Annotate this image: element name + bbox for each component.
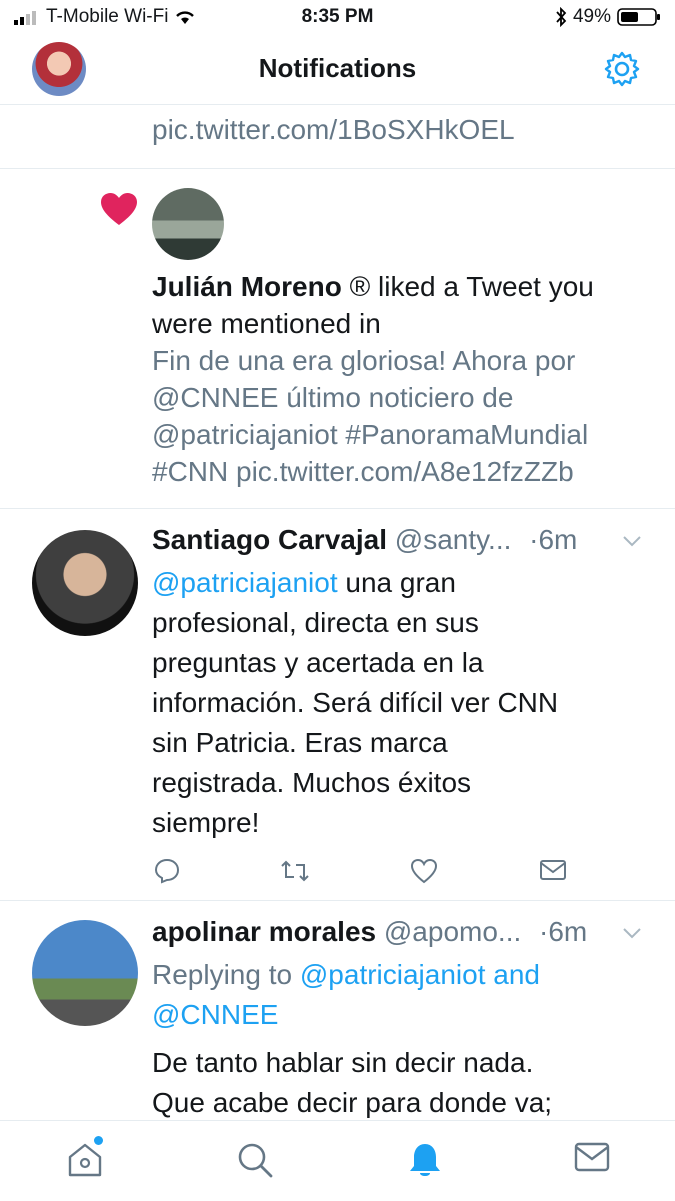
dm-icon[interactable] — [539, 858, 567, 882]
divider — [0, 168, 675, 169]
liked-tweet-line: @patriciajaniot #PanoramaMundial — [152, 419, 589, 450]
tweet-line: De tanto hablar sin decir nada. — [152, 1047, 534, 1078]
liked-tweet-line: Fin de una era gloriosa! Ahora por — [152, 345, 576, 376]
tweet-time: ·6m — [529, 524, 578, 555]
tweet-header: apolinar morales @apomo... ·6m — [152, 916, 587, 948]
tweet-text-fragment: una gran — [337, 567, 456, 598]
santiago-avatar[interactable] — [32, 530, 138, 636]
tweet-line: profesional, directa en sus — [152, 607, 479, 638]
apolinar-avatar[interactable] — [32, 920, 138, 1026]
julian-avatar[interactable] — [152, 188, 224, 260]
notification-text-line2: were mentioned in — [152, 308, 381, 339]
reply-icon[interactable] — [154, 858, 180, 884]
messages-icon[interactable] — [574, 1141, 610, 1173]
retweet-icon[interactable] — [280, 858, 310, 884]
bottom-tab-bar — [0, 1120, 675, 1201]
replying-line: @CNNEE — [152, 995, 662, 1035]
liked-tweet-line: #CNN pic.twitter.com/A8e12fzZZb — [152, 456, 574, 487]
tweet-time: ·6m — [539, 916, 588, 947]
action-text: liked a Tweet you — [378, 271, 594, 302]
verified-badge: ® — [349, 271, 371, 302]
like-icon[interactable] — [410, 858, 438, 884]
divider — [0, 900, 675, 901]
tweet-line: siempre! — [152, 807, 260, 838]
battery-icon — [617, 8, 660, 26]
bell-icon[interactable] — [406, 1141, 444, 1179]
tweet-text: @patriciajaniot una gran profesional, di… — [152, 563, 652, 843]
notification-text-line1: Julián Moreno ® liked a Tweet you — [152, 268, 594, 305]
page-title: Notifications — [258, 53, 417, 83]
mention-link[interactable]: @patriciajaniot and — [300, 959, 540, 990]
reply-context: Replying to @patriciajaniot and @CNNEE — [152, 955, 662, 1035]
truncated-tweet-link[interactable]: pic.twitter.com/1BoSXHkOEL — [152, 114, 515, 146]
notifications-header: Notifications — [0, 36, 675, 105]
tweet-text: De tanto hablar sin decir nada. Que acab… — [152, 1043, 662, 1123]
gear-icon[interactable] — [603, 50, 641, 88]
tweet-line: registrada. Muchos éxitos — [152, 767, 472, 798]
author-name[interactable]: apolinar morales — [152, 916, 376, 947]
battery-percent: 49% — [572, 6, 611, 27]
home-icon[interactable] — [66, 1141, 104, 1179]
liker-name[interactable]: Julián Moreno — [152, 271, 342, 302]
tweet-header: Santiago Carvajal @santy... ·6m — [152, 524, 577, 556]
tweet-line: información. Será difícil ver CNN — [152, 687, 559, 718]
tweet-line: @patriciajaniot una gran — [152, 563, 652, 603]
mention-link[interactable]: @patriciajaniot — [152, 567, 338, 598]
status-right: 49% — [555, 6, 661, 28]
bluetooth-icon — [556, 7, 567, 27]
replying-line: Replying to @patriciajaniot and — [152, 955, 662, 995]
search-icon[interactable] — [236, 1141, 274, 1179]
tweet-line: preguntas y acertada en la — [152, 647, 484, 678]
chevron-down-icon[interactable] — [622, 534, 642, 548]
author-handle[interactable]: @apomo... — [384, 916, 521, 947]
mention-link[interactable]: @CNNEE — [152, 999, 278, 1030]
heart-icon — [101, 193, 137, 225]
replying-prefix: Replying to — [152, 959, 293, 990]
tweet-line: Que acabe decir para donde va; — [152, 1087, 553, 1118]
divider — [0, 508, 675, 509]
tweet-line: sin Patricia. Eras marca — [152, 727, 448, 758]
chevron-down-icon[interactable] — [622, 926, 642, 940]
author-handle[interactable]: @santy... — [395, 524, 512, 555]
liked-tweet-line: @CNNEE último noticiero de — [152, 382, 514, 413]
author-name[interactable]: Santiago Carvajal — [152, 524, 387, 555]
new-activity-dot — [94, 1136, 103, 1145]
status-bar: T-Mobile Wi-Fi 8:35 PM 49% — [0, 0, 675, 36]
